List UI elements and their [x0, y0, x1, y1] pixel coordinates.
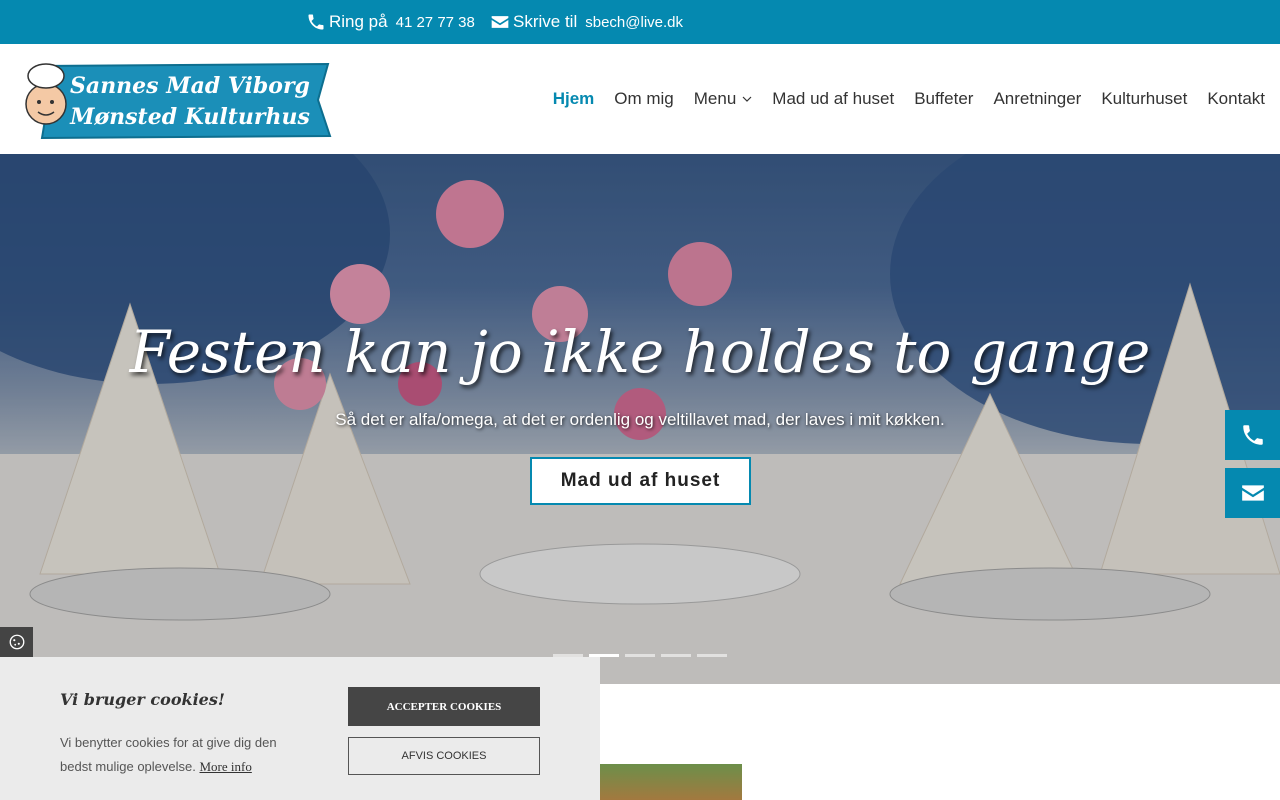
logo-line1: Sannes Mad Viborg: [70, 73, 310, 99]
phone-icon: [1242, 425, 1263, 445]
phone-icon: [308, 14, 324, 30]
hero-cta-button[interactable]: Mad ud af huset: [530, 457, 751, 505]
nav-item-kulturhuset[interactable]: Kulturhuset: [1101, 89, 1187, 109]
topbar-phone-label: Ring på: [329, 12, 388, 31]
topbar-mail-label: Skrive til: [513, 12, 578, 31]
nav-item-mad-ud-af-huset[interactable]: Mad ud af huset: [772, 89, 894, 109]
envelope-icon: [1241, 485, 1264, 501]
slider-dot[interactable]: [661, 654, 691, 657]
hero-slider: Festen kan jo ikke holdes to gange Så de…: [0, 154, 1280, 684]
nav-item-menu[interactable]: Menu: [694, 89, 753, 109]
nav-item-label: Hjem: [552, 89, 595, 108]
nav-item-om-mig[interactable]: Om mig: [614, 89, 674, 109]
nav-item-kontakt[interactable]: Kontakt: [1207, 89, 1265, 109]
hero-subtitle: Så det er alfa/omega, at det er ordenlig…: [335, 410, 945, 429]
main-nav: Hjem Om mig Menu Mad ud af huset Buffete…: [533, 44, 1265, 154]
accept-cookies-button[interactable]: ACCEPTER COOKIES: [348, 687, 540, 726]
logo-line2: Mønsted Kulturhus: [69, 104, 310, 130]
topbar-phone[interactable]: Ring på 41 27 77 38: [306, 0, 475, 44]
cookie-text: Vi benytter cookies for at give dig den …: [60, 731, 300, 779]
side-mail-button[interactable]: [1225, 468, 1280, 518]
nav-item-label: Kulturhuset: [1101, 89, 1188, 108]
side-phone-button[interactable]: [1225, 410, 1280, 460]
nav-item-label: Om mig: [614, 89, 674, 108]
topbar-mail[interactable]: Skrive til sbech@live.dk: [490, 0, 683, 44]
logo-graphic: Sannes Mad Viborg Mønsted Kulturhus: [25, 62, 332, 140]
content-image: [600, 764, 742, 800]
nav-item-anretninger[interactable]: Anretninger: [993, 89, 1081, 109]
nav-item-label: Menu: [693, 89, 737, 108]
slider-dot[interactable]: [697, 654, 727, 657]
cookie-settings-button[interactable]: [0, 627, 33, 657]
slider-dot[interactable]: [625, 654, 655, 657]
chevron-down-icon: [742, 96, 752, 102]
site-header: Sannes Mad Viborg Mønsted Kulturhus Hjem…: [0, 44, 1280, 154]
nav-item-label: Mad ud af huset: [772, 89, 895, 108]
cookie-more-info-link[interactable]: More info: [199, 759, 251, 774]
topbar-mail-address[interactable]: sbech@live.dk: [585, 14, 683, 31]
site-logo[interactable]: Sannes Mad Viborg Mønsted Kulturhus: [18, 60, 332, 140]
cookie-banner: Vi bruger cookies! Vi benytter cookies f…: [0, 657, 600, 800]
decline-cookies-button[interactable]: AFVIS COOKIES: [348, 737, 540, 775]
top-contact-bar: Ring på 41 27 77 38 Skrive til sbech@liv…: [0, 0, 1280, 44]
nav-item-hjem[interactable]: Hjem: [553, 89, 595, 109]
cookie-icon: [9, 634, 24, 650]
hero-title: Festen kan jo ikke holdes to gange: [129, 318, 1151, 386]
topbar-phone-number[interactable]: 41 27 77 38: [396, 14, 475, 31]
nav-item-label: Buffeter: [914, 89, 974, 108]
envelope-icon: [491, 16, 509, 28]
nav-item-buffeter[interactable]: Buffeter: [914, 89, 973, 109]
nav-item-label: Anretninger: [993, 89, 1082, 108]
nav-item-label: Kontakt: [1207, 89, 1265, 108]
cookie-title: Vi bruger cookies!: [60, 690, 225, 709]
